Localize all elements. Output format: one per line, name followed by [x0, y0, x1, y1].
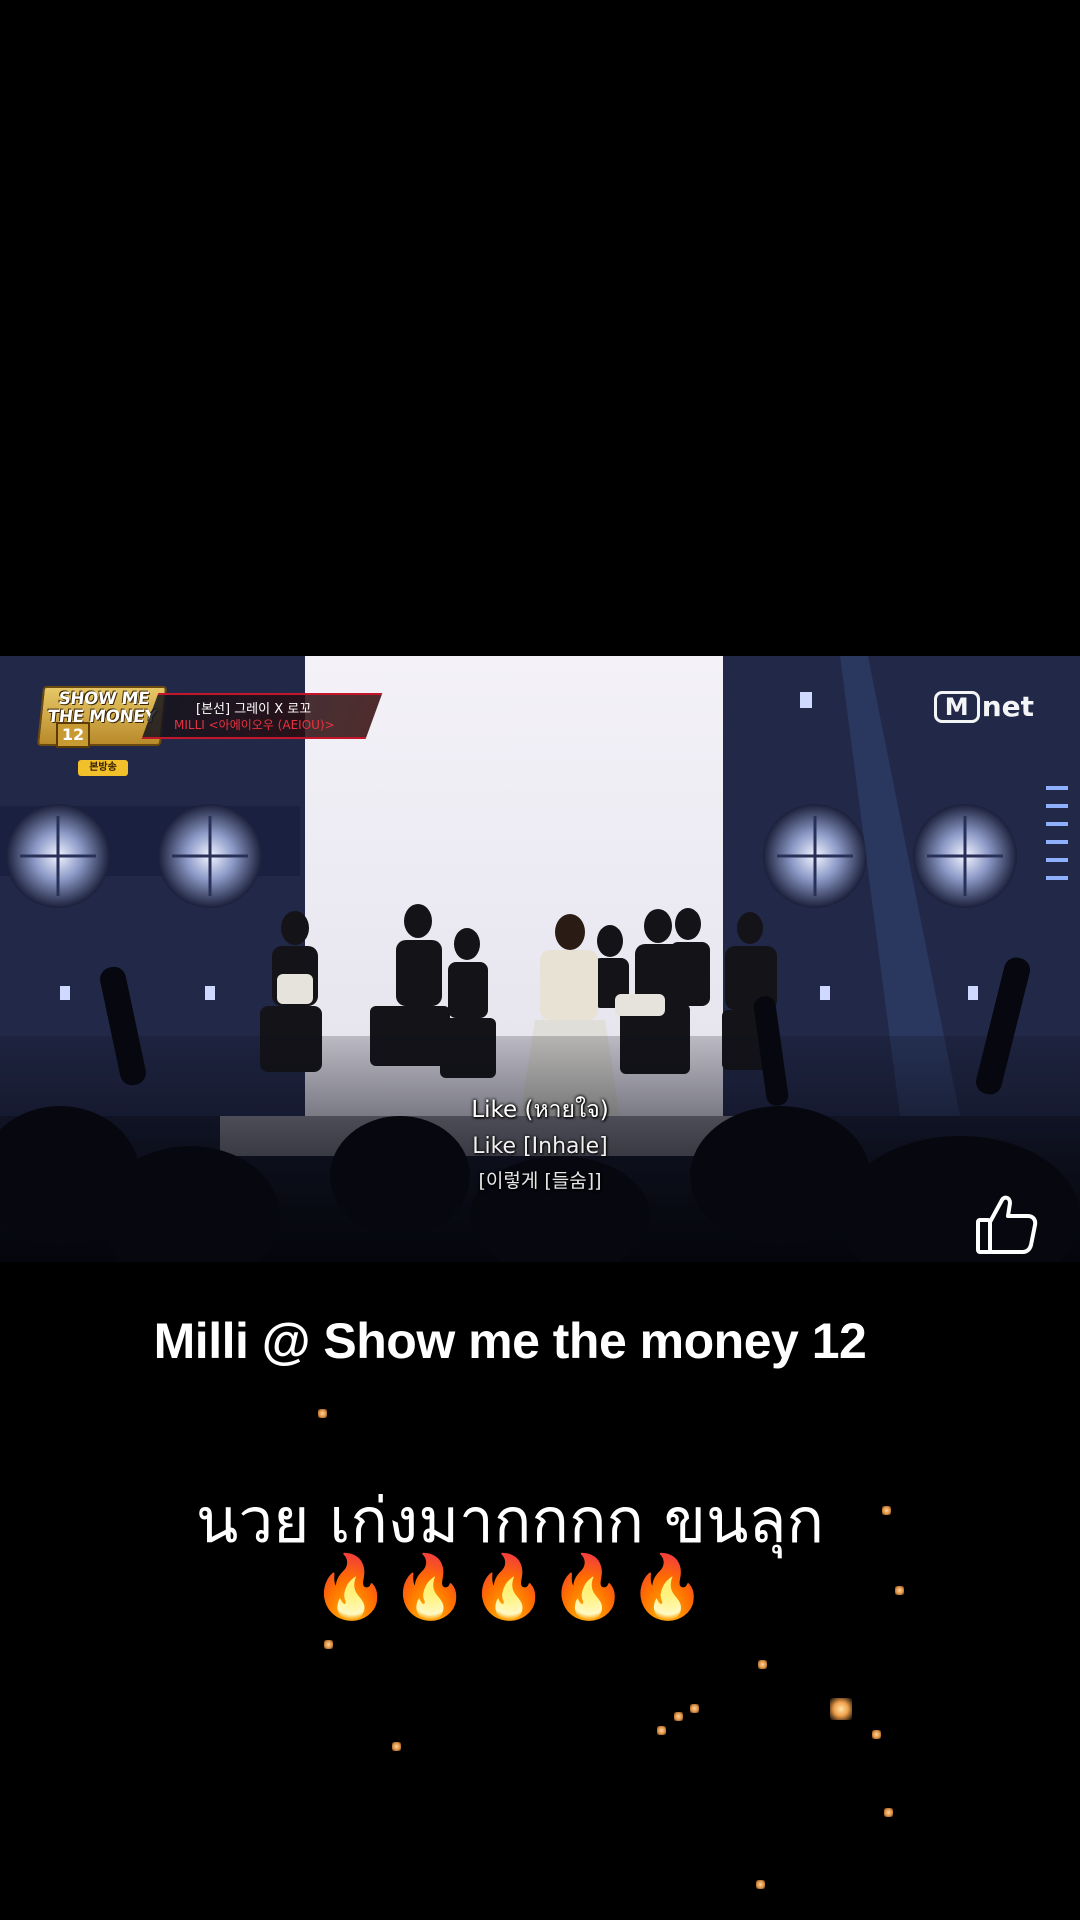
broadcaster-m-icon: M — [933, 690, 980, 723]
fire-emojis: 🔥🔥🔥🔥🔥 — [312, 1550, 708, 1623]
thumbs-up-icon[interactable] — [970, 1188, 1042, 1260]
caption-episode: [본선] 그레이 X 로꼬 — [196, 702, 312, 717]
show-logo-text: SHOW ME THE MONEY — [46, 689, 158, 727]
broadcaster-logo: M net — [933, 690, 1034, 723]
post-title: Milli @ Show me the money 12 — [153, 1313, 867, 1369]
subtitle-english: Like [Inhale] — [472, 1134, 608, 1159]
video-player[interactable]: SHOW ME THE MONEY 12 본방송 [본선] 그레이 X 로꼬 M… — [0, 656, 1080, 1262]
broadcast-tag: 본방송 — [78, 760, 128, 776]
broadcaster-logo-text: net — [981, 690, 1034, 723]
subtitle-thai: Like (หายใจ) — [471, 1097, 609, 1123]
show-logo-number: 12 — [56, 722, 90, 748]
subtitle-korean: [이렇게 [들숨]] — [478, 1170, 602, 1192]
caption-song: MILLI <아에이오우 (AEIOU)> — [174, 718, 335, 732]
